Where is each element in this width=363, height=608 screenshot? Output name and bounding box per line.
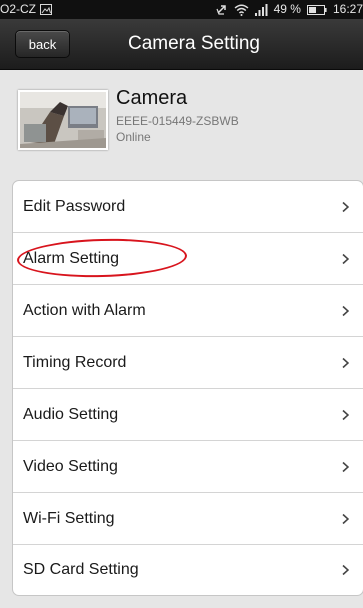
back-button[interactable]: back [15, 30, 70, 58]
chevron-right-icon [342, 201, 349, 212]
chevron-right-icon [342, 409, 349, 420]
menu-item-audio-setting[interactable]: Audio Setting [13, 389, 363, 441]
battery-percent: 49 % [273, 2, 301, 16]
menu-item-label: Audio Setting [23, 405, 119, 423]
status-right: 49 % 16:27 [215, 0, 363, 19]
menu-item-label: Wi-Fi Setting [23, 509, 115, 527]
clock: 16:27 [332, 2, 363, 16]
app-header: Camera Setting back [0, 19, 363, 70]
status-bar: O2-CZ 49 % 16:27 [0, 0, 363, 19]
chevron-right-icon [342, 461, 349, 472]
chevron-right-icon [342, 305, 349, 316]
menu-item-label: Edit Password [23, 197, 126, 215]
chevron-right-icon [342, 357, 349, 368]
chevron-right-icon [342, 564, 349, 576]
camera-name: Camera [116, 87, 188, 109]
wifi-icon [234, 4, 249, 16]
status-left: O2-CZ [0, 0, 52, 19]
menu-item-action-with-alarm[interactable]: Action with Alarm [13, 285, 363, 337]
menu-item-label: SD Card Setting [23, 561, 139, 578]
camera-status: Online [116, 130, 151, 144]
menu-item-wifi-setting[interactable]: Wi-Fi Setting [13, 493, 363, 545]
image-notification-icon [40, 4, 52, 15]
camera-info: Camera EEEE-015449-ZSBWB Online [0, 70, 363, 172]
chevron-right-icon [342, 513, 349, 524]
menu-item-label: Alarm Setting [23, 249, 120, 267]
menu-item-sd-card-setting[interactable]: SD Card Setting [13, 545, 363, 595]
signal-icon [254, 3, 268, 16]
camera-id: EEEE-015449-ZSBWB [116, 114, 239, 128]
no-sync-icon [215, 3, 228, 16]
menu-item-label: Action with Alarm [23, 301, 146, 319]
carrier-label: O2-CZ [0, 2, 36, 16]
menu-item-timing-record[interactable]: Timing Record [13, 337, 363, 389]
menu-item-label: Timing Record [23, 353, 127, 371]
menu-item-alarm-setting[interactable]: Alarm Setting [13, 233, 363, 285]
camera-thumbnail [18, 90, 108, 150]
settings-menu: Edit Password Alarm Setting Action with … [12, 180, 363, 596]
chevron-right-icon [342, 253, 349, 264]
menu-item-label: Video Setting [23, 457, 118, 475]
battery-icon [306, 4, 327, 15]
menu-item-video-setting[interactable]: Video Setting [13, 441, 363, 493]
menu-item-edit-password[interactable]: Edit Password [13, 181, 363, 233]
